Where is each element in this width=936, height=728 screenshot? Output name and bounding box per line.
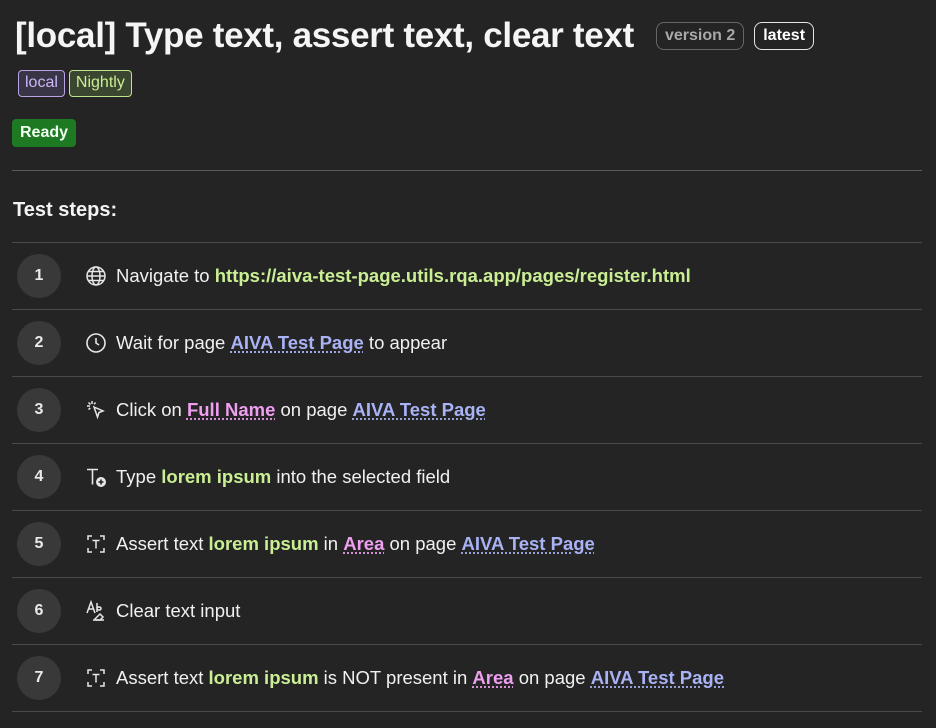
title-row: [local] Type text, assert text, clear te…	[15, 14, 926, 58]
step-text: Assert text lorem ipsum in Area on page …	[116, 533, 595, 555]
version-badge[interactable]: version 2	[655, 22, 745, 50]
step-label: Navigate to	[116, 265, 215, 286]
tag-list: local Nightly	[18, 70, 132, 97]
step-row[interactable]: 6 Clear text input	[12, 577, 922, 644]
step-number: 5	[17, 522, 61, 566]
test-steps-list: 1 Navigate to https://aiva-test-page.uti…	[12, 242, 922, 712]
step-number: 4	[17, 455, 61, 499]
step-number: 7	[17, 656, 61, 700]
step-text: Type lorem ipsum into the selected field	[116, 466, 450, 488]
header-divider	[12, 170, 922, 171]
text-value: lorem ipsum	[208, 533, 319, 554]
step-number: 2	[17, 321, 61, 365]
step-text: Click on Full Name on page AIVA Test Pag…	[116, 399, 486, 421]
step-text: Wait for page AIVA Test Page to appear	[116, 332, 447, 354]
step-label: is NOT present in	[318, 667, 473, 688]
step-label: on page	[384, 533, 462, 554]
text-clear-icon	[84, 599, 108, 623]
test-header: [local] Type text, assert text, clear te…	[15, 14, 926, 58]
step-row[interactable]: 2 Wait for page AIVA Test Page to appear	[12, 309, 922, 376]
page-link[interactable]: AIVA Test Page	[462, 533, 595, 554]
section-title: Test steps:	[13, 199, 118, 221]
test-title: [local] Type text, assert text, clear te…	[15, 16, 634, 55]
cursor-click-icon	[84, 398, 108, 422]
step-label: in	[318, 533, 344, 554]
step-row[interactable]: 5 Assert text lorem ipsum in Area on pag…	[12, 510, 922, 577]
step-text: Clear text input	[116, 600, 240, 622]
step-number: 6	[17, 589, 61, 633]
step-label: Type	[116, 466, 162, 487]
page-link[interactable]: AIVA Test Page	[230, 332, 363, 353]
clock-icon	[84, 331, 108, 355]
text-add-icon	[84, 465, 108, 489]
step-label: Click on	[116, 399, 187, 420]
step-label: into the selected field	[271, 466, 451, 487]
text-value: lorem ipsum	[161, 466, 272, 487]
step-row[interactable]: 1 Navigate to https://aiva-test-page.uti…	[12, 242, 922, 309]
tag-local[interactable]: local	[18, 70, 65, 97]
step-label: on page	[513, 667, 591, 688]
step-text: Navigate to https://aiva-test-page.utils…	[116, 265, 691, 287]
element-link[interactable]: Area	[472, 667, 513, 688]
tag-nightly[interactable]: Nightly	[68, 70, 132, 97]
text-frame-icon	[84, 666, 108, 690]
step-label: Wait for page	[116, 332, 231, 353]
step-label: Assert text	[116, 533, 209, 554]
element-link[interactable]: Area	[343, 533, 384, 554]
step-row[interactable]: 7 Assert text lorem ipsum is NOT present…	[12, 644, 922, 712]
latest-badge[interactable]: latest	[754, 22, 815, 50]
step-label: Assert text	[116, 667, 209, 688]
step-number: 3	[17, 388, 61, 432]
globe-icon	[84, 264, 108, 288]
step-text: Assert text lorem ipsum is NOT present i…	[116, 667, 724, 689]
url-value: https://aiva-test-page.utils.rqa.app/pag…	[214, 265, 691, 286]
step-row[interactable]: 3 Click on Full Name on page AIVA Test P…	[12, 376, 922, 443]
text-value: lorem ipsum	[208, 667, 319, 688]
step-number: 1	[17, 254, 61, 298]
step-label: on page	[275, 399, 353, 420]
step-label: Clear text input	[116, 600, 241, 621]
status-badge: Ready	[12, 119, 77, 147]
page-link[interactable]: AIVA Test Page	[591, 667, 724, 688]
page-link[interactable]: AIVA Test Page	[353, 399, 486, 420]
element-link[interactable]: Full Name	[187, 399, 275, 420]
step-label: to appear	[363, 332, 448, 353]
text-frame-icon	[84, 532, 108, 556]
step-row[interactable]: 4 Type lorem ipsum into the selected fie…	[12, 443, 922, 510]
